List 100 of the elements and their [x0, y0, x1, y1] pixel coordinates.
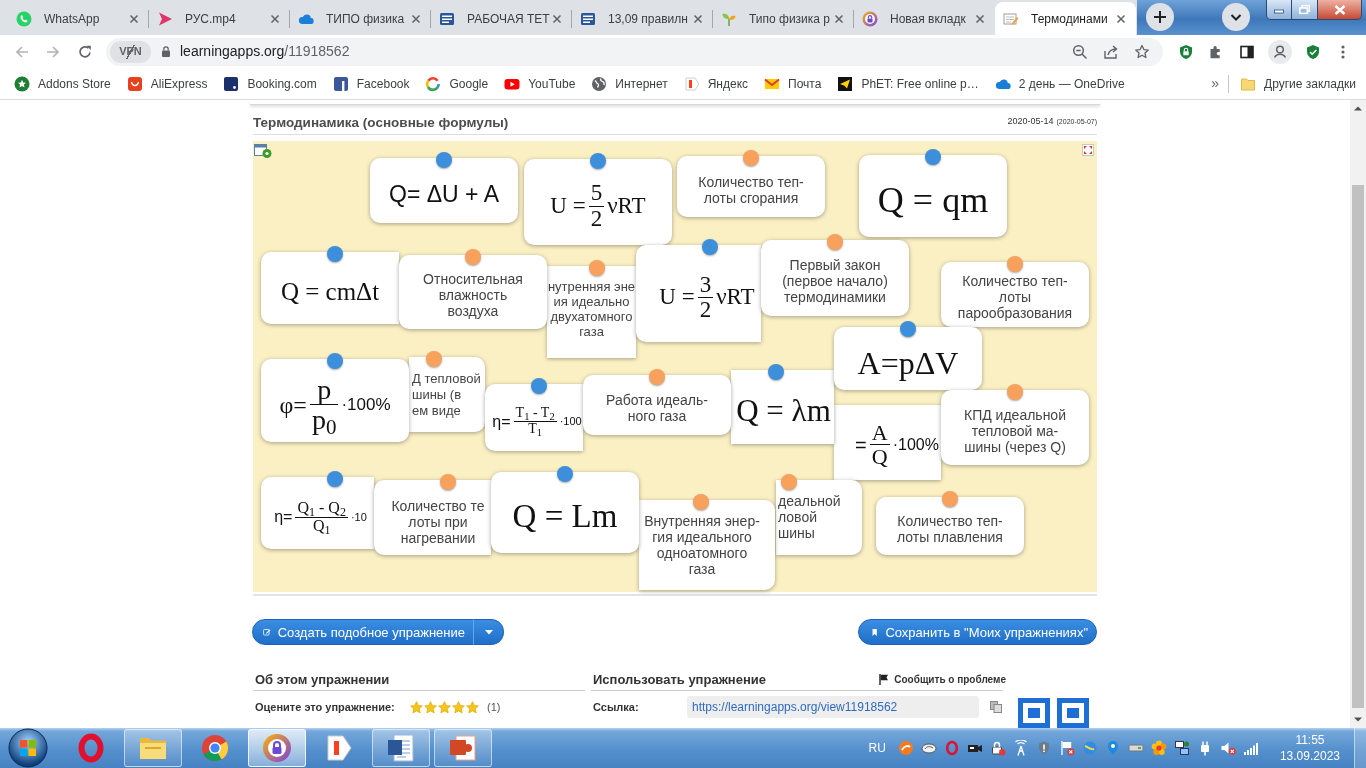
rating-count: (1): [487, 699, 501, 715]
star-icon[interactable]: [424, 700, 437, 714]
star-icon[interactable]: [1134, 43, 1150, 60]
text-card[interactable]: Внутренняя энер- гия идеального одноатомного газа: [639, 500, 775, 590]
close-button[interactable]: [1318, 0, 1362, 20]
formula-card[interactable]: η= Q$_{1}$ - Q$_{2}$ Q$_{1}$ ·10: [261, 477, 374, 549]
formula-card[interactable]: η= T$_{1}$ - T$_{2}$ T$_{1}$ ·100: [485, 384, 583, 451]
browser-tab[interactable]: ТИПО физика: [290, 2, 431, 35]
speaker-muted-icon[interactable]: [1219, 740, 1236, 756]
text-card[interactable]: деальной ловой шины: [776, 480, 862, 555]
fullscreen-icon[interactable]: [1082, 144, 1094, 156]
text-card[interactable]: Работа идеаль- ного газа: [583, 375, 731, 435]
restore-button[interactable]: [1292, 0, 1318, 20]
lock-icon[interactable]: [989, 740, 1006, 756]
bookmark-link[interactable]: YouTube: [504, 74, 576, 93]
bookmark-link[interactable]: Addons Store: [14, 74, 111, 93]
report-link[interactable]: Сообщить о проблеме: [879, 672, 1006, 687]
taskbar-button[interactable]: [248, 729, 306, 767]
taskbar-button[interactable]: [434, 729, 492, 767]
star-rating[interactable]: [410, 700, 479, 714]
star-icon[interactable]: [466, 700, 479, 714]
formula-card[interactable]: Q = qm: [859, 155, 1007, 237]
scrollbar-thumb[interactable]: [1352, 185, 1364, 708]
bookmark-link[interactable]: Интернет: [591, 74, 668, 93]
rating-label: Оцените это упражнение:: [255, 699, 396, 715]
oval-icon[interactable]: [920, 740, 937, 756]
signal-bars-icon[interactable]: [1242, 740, 1259, 756]
flag-icon[interactable]: [1058, 740, 1075, 756]
restore-icon: [1299, 5, 1310, 14]
text-card[interactable]: Количество теп- лоты сгорания: [677, 156, 825, 217]
zoom-out-icon[interactable]: [1072, 43, 1088, 60]
shield-lock-icon[interactable]: [1178, 43, 1194, 60]
bookmark-link[interactable]: Booking.com: [223, 74, 317, 93]
side-panel-icon[interactable]: [1239, 43, 1255, 60]
lock-icon[interactable]: [161, 45, 171, 58]
presentation-icon: [447, 732, 479, 764]
shield-check-icon[interactable]: [1305, 43, 1321, 60]
browser-tab[interactable]: WhatsApp: [8, 2, 149, 35]
formula-card[interactable]: A=pΔV: [834, 327, 982, 390]
taskbar-button[interactable]: [372, 729, 430, 767]
globe-icon[interactable]: [1081, 740, 1098, 756]
chevron-down-icon[interactable]: [1222, 3, 1250, 31]
bookmark-link[interactable]: Google: [425, 74, 489, 93]
text-card[interactable]: Д тепловой шины (в ем виде: [409, 357, 485, 432]
flower-icon[interactable]: [1150, 740, 1167, 756]
window-icon[interactable]: [254, 143, 272, 159]
text-card[interactable]: Первый закон (первое начало) термодинамики: [761, 240, 909, 316]
formula-card[interactable]: Q = λm: [731, 370, 834, 444]
bookmark-link[interactable]: Яндекс: [683, 74, 749, 93]
share-icon[interactable]: [1103, 43, 1119, 60]
start-orb-icon[interactable]: [8, 728, 48, 768]
bookmark-link[interactable]: AliExpress: [126, 74, 208, 93]
bookmark-link[interactable]: Facebook: [332, 74, 410, 93]
bookmark-link[interactable]: PhET: Free online p…: [837, 74, 979, 93]
text-card[interactable]: Количество теп- лоты плавления: [876, 497, 1024, 555]
link-field[interactable]: https://learningapps.org/view11918562: [687, 696, 979, 718]
minimize-button[interactable]: [1266, 0, 1292, 20]
reload-icon[interactable]: [77, 43, 93, 60]
clock-date: 13.09.2023: [1279, 748, 1340, 764]
dropdown-toggle[interactable]: [473, 619, 504, 645]
text-card[interactable]: Относительная влажность воздуха: [399, 255, 547, 329]
text-card[interactable]: нутренняя эне ия идеально двухатомного газа: [547, 266, 636, 358]
browser-tab[interactable]: Термодинами: [995, 2, 1136, 35]
section-heading: Использовать упражнение: [593, 672, 767, 687]
formula-card[interactable]: Q = Lm: [491, 472, 639, 553]
star-icon[interactable]: [452, 700, 465, 714]
bookmark-link[interactable]: Почта: [764, 74, 822, 93]
segmented-circle-icon: [199, 732, 231, 764]
copy-icon[interactable]: [990, 701, 1002, 713]
bookmark-link[interactable]: 2 день — OneDrive: [994, 74, 1125, 93]
paper-plane-icon: [837, 75, 854, 92]
formula-card[interactable]: Q= ΔU + A: [370, 158, 518, 223]
browser-tab[interactable]: Типо физика р: [713, 2, 854, 35]
browser-tab[interactable]: РУС.mp4: [149, 2, 290, 35]
star-icon[interactable]: [438, 700, 451, 714]
more-bookmarks-button[interactable]: »: [1211, 73, 1220, 94]
text-card[interactable]: Количество те лоты при нагревании: [374, 480, 491, 555]
text-card[interactable]: КПД идеальной тепловой ма- шины (через Q): [941, 390, 1089, 465]
flag-icon: [879, 674, 890, 685]
plus-icon[interactable]: [1146, 3, 1174, 31]
more-icon[interactable]: [1341, 43, 1345, 60]
square-logo-icon: [332, 75, 349, 92]
phone-icon: [16, 10, 32, 27]
square-logo-icon: [223, 75, 240, 92]
date-text: 2020-05-14: [1007, 114, 1054, 128]
star-icon[interactable]: [410, 700, 423, 714]
network-icon[interactable]: [1173, 740, 1190, 756]
bookmark-folder[interactable]: Другие закладки: [1240, 74, 1356, 93]
browser-tab[interactable]: РАБОЧАЯ ТЕТ: [431, 2, 572, 35]
formula-card[interactable]: Q = cmΔt: [261, 252, 399, 324]
browser-tab[interactable]: Новая вкладк: [854, 2, 995, 35]
clock-time: 11:55: [1295, 732, 1325, 748]
antenna-icon[interactable]: [1012, 740, 1029, 756]
swirl-icon[interactable]: [897, 740, 914, 756]
section-heading: Об этом упражнении: [255, 672, 390, 687]
create-exercise-button[interactable]: Создать подобное упражнение: [252, 619, 474, 645]
save-button[interactable]: Сохранить в "Моих упражнениях": [858, 619, 1097, 645]
browser-tab[interactable]: 13,09 правилн: [572, 2, 713, 35]
text-card[interactable]: Количество теп- лоты парообразования: [941, 262, 1089, 327]
profile-icon[interactable]: [1268, 39, 1292, 64]
